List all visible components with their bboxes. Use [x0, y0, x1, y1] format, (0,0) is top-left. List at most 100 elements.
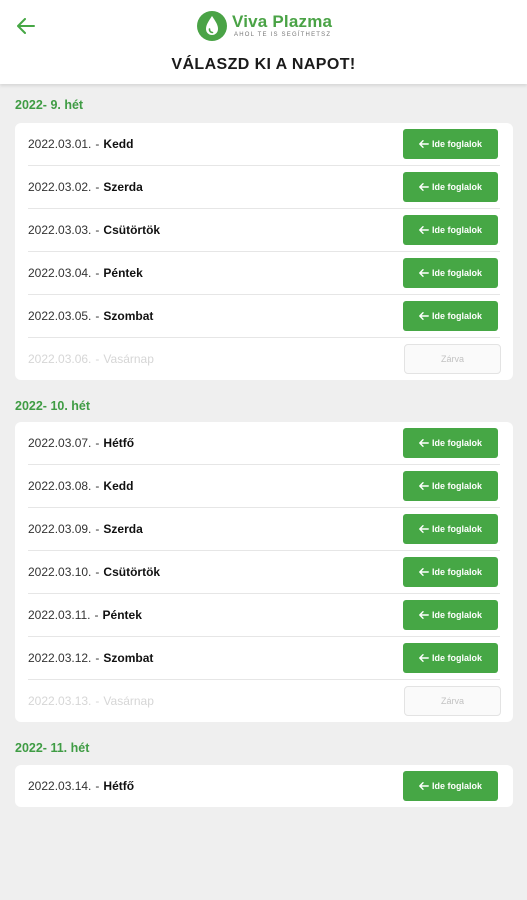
day-label: 2022.03.14. - Hétfő: [28, 779, 134, 793]
book-here-label: Ide foglalok: [431, 268, 482, 278]
week-title: 2022- 11. hét: [15, 741, 90, 755]
book-here-button[interactable]: Ide foglalok: [403, 428, 498, 458]
day-date: 2022.03.12.: [28, 651, 92, 665]
book-here-button[interactable]: Ide foglalok: [403, 129, 498, 159]
day-row: 2022.03.07. - Hétfő Ide foglalok: [28, 422, 500, 465]
day-name: Vasárnap: [103, 694, 154, 708]
day-date: 2022.03.14.: [28, 779, 92, 793]
day-separator: -: [95, 651, 100, 665]
book-here-button[interactable]: Ide foglalok: [403, 514, 498, 544]
arrow-left-icon: [419, 654, 429, 662]
book-here-label: Ide foglalok: [431, 524, 482, 534]
brand-tagline: AHOL TE IS SEGÍTHETSZ: [234, 32, 332, 38]
day-row: 2022.03.09. - Szerda Ide foglalok: [28, 508, 500, 551]
book-here-label: Ide foglalok: [431, 653, 482, 663]
app-header: Viva Plazma AHOL TE IS SEGÍTHETSZ VÁLASZ…: [0, 0, 527, 84]
book-here-label: Ide foglalok: [431, 225, 482, 235]
day-separator: -: [95, 479, 100, 493]
day-separator: -: [95, 223, 100, 237]
day-label: 2022.03.01. - Kedd: [28, 137, 133, 151]
book-here-button[interactable]: Ide foglalok: [403, 471, 498, 501]
page-title: VÁLASZD KI A NAPOT!: [171, 56, 356, 73]
day-separator: -: [95, 309, 100, 323]
day-date: 2022.03.10.: [28, 565, 92, 579]
week-card: 2022.03.14. - Hétfő Ide foglalok: [15, 765, 513, 807]
closed-label: Zárva: [440, 696, 464, 706]
book-here-label: Ide foglalok: [431, 139, 482, 149]
plasma-drop-icon: [197, 11, 227, 41]
arrow-left-icon: [419, 568, 429, 576]
day-row: 2022.03.02. - Szerda Ide foglalok: [28, 166, 500, 209]
day-label: 2022.03.02. - Szerda: [28, 180, 143, 194]
day-name: Kedd: [103, 137, 134, 151]
book-here-button[interactable]: Ide foglalok: [403, 600, 498, 630]
arrow-left-icon: [17, 18, 35, 34]
day-date: 2022.03.05.: [28, 309, 92, 323]
book-here-label: Ide foglalok: [431, 311, 482, 321]
book-here-button[interactable]: Ide foglalok: [403, 172, 498, 202]
week-title: 2022- 9. hét: [15, 98, 84, 112]
day-date: 2022.03.09.: [28, 522, 92, 536]
week-card: 2022.03.07. - Hétfő Ide foglalok 2022.03.08.…: [15, 422, 513, 722]
day-name: Szerda: [103, 180, 143, 194]
book-here-label: Ide foglalok: [431, 567, 482, 577]
day-separator: -: [95, 522, 100, 536]
back-button[interactable]: [12, 12, 40, 40]
day-name: Hétfő: [103, 436, 135, 450]
book-here-label: Ide foglalok: [431, 481, 482, 491]
day-row: 2022.03.04. - Péntek Ide foglalok: [28, 252, 500, 295]
day-row: 2022.03.10. - Csütörtök Ide foglalok: [28, 551, 500, 594]
day-name: Péntek: [102, 608, 142, 622]
book-here-button[interactable]: Ide foglalok: [403, 643, 498, 673]
day-name: Hétfő: [103, 779, 135, 793]
arrow-left-icon: [419, 439, 429, 447]
arrow-left-icon: [419, 611, 429, 619]
day-row: 2022.03.11. - Péntek Ide foglalok: [28, 594, 500, 637]
day-name: Csütörtök: [103, 223, 161, 237]
day-date: 2022.03.13.: [28, 694, 92, 708]
day-row: 2022.03.06. - Vasárnap Zárva: [28, 338, 501, 380]
day-label: 2022.03.08. - Kedd: [28, 479, 133, 493]
day-row: 2022.03.01. - Kedd Ide foglalok: [28, 123, 500, 166]
day-label: 2022.03.04. - Péntek: [28, 266, 143, 280]
day-separator: -: [95, 137, 100, 151]
day-row: 2022.03.12. - Szombat Ide foglalok: [28, 637, 500, 680]
day-name: Vasárnap: [103, 352, 154, 366]
day-name: Szerda: [103, 522, 143, 536]
day-row: 2022.03.03. - Csütörtök Ide foglalok: [28, 209, 500, 252]
day-separator: -: [95, 352, 100, 366]
day-separator: -: [95, 266, 100, 280]
closed-label: Zárva: [440, 354, 464, 364]
closed-button: Zárva: [404, 344, 501, 374]
book-here-button[interactable]: Ide foglalok: [403, 771, 498, 801]
book-here-button[interactable]: Ide foglalok: [403, 258, 498, 288]
day-label: 2022.03.09. - Szerda: [28, 522, 143, 536]
day-date: 2022.03.04.: [28, 266, 92, 280]
day-date: 2022.03.11.: [28, 608, 91, 622]
arrow-left-icon: [419, 525, 429, 533]
book-here-label: Ide foglalok: [431, 781, 482, 791]
day-date: 2022.03.02.: [28, 180, 92, 194]
day-date: 2022.03.08.: [28, 479, 92, 493]
day-name: Szombat: [103, 651, 154, 665]
day-label: 2022.03.10. - Csütörtök: [28, 565, 160, 579]
day-row: 2022.03.13. - Vasárnap Zárva: [28, 680, 501, 722]
book-here-label: Ide foglalok: [431, 182, 482, 192]
arrow-left-icon: [419, 140, 429, 148]
book-here-label: Ide foglalok: [431, 438, 482, 448]
arrow-left-icon: [419, 782, 429, 790]
day-row: 2022.03.05. - Szombat Ide foglalok: [28, 295, 500, 338]
day-name: Csütörtök: [103, 565, 161, 579]
day-name: Péntek: [103, 266, 143, 280]
book-here-button[interactable]: Ide foglalok: [403, 215, 498, 245]
book-here-button[interactable]: Ide foglalok: [403, 557, 498, 587]
day-date: 2022.03.03.: [28, 223, 92, 237]
day-separator: -: [95, 436, 100, 450]
day-separator: -: [94, 608, 99, 622]
brand-logo: Viva Plazma AHOL TE IS SEGÍTHETSZ: [196, 9, 332, 43]
day-label: 2022.03.11. - Péntek: [28, 608, 142, 622]
day-name: Kedd: [103, 479, 134, 493]
day-label: 2022.03.07. - Hétfő: [28, 436, 134, 450]
book-here-button[interactable]: Ide foglalok: [403, 301, 498, 331]
day-separator: -: [95, 779, 100, 793]
